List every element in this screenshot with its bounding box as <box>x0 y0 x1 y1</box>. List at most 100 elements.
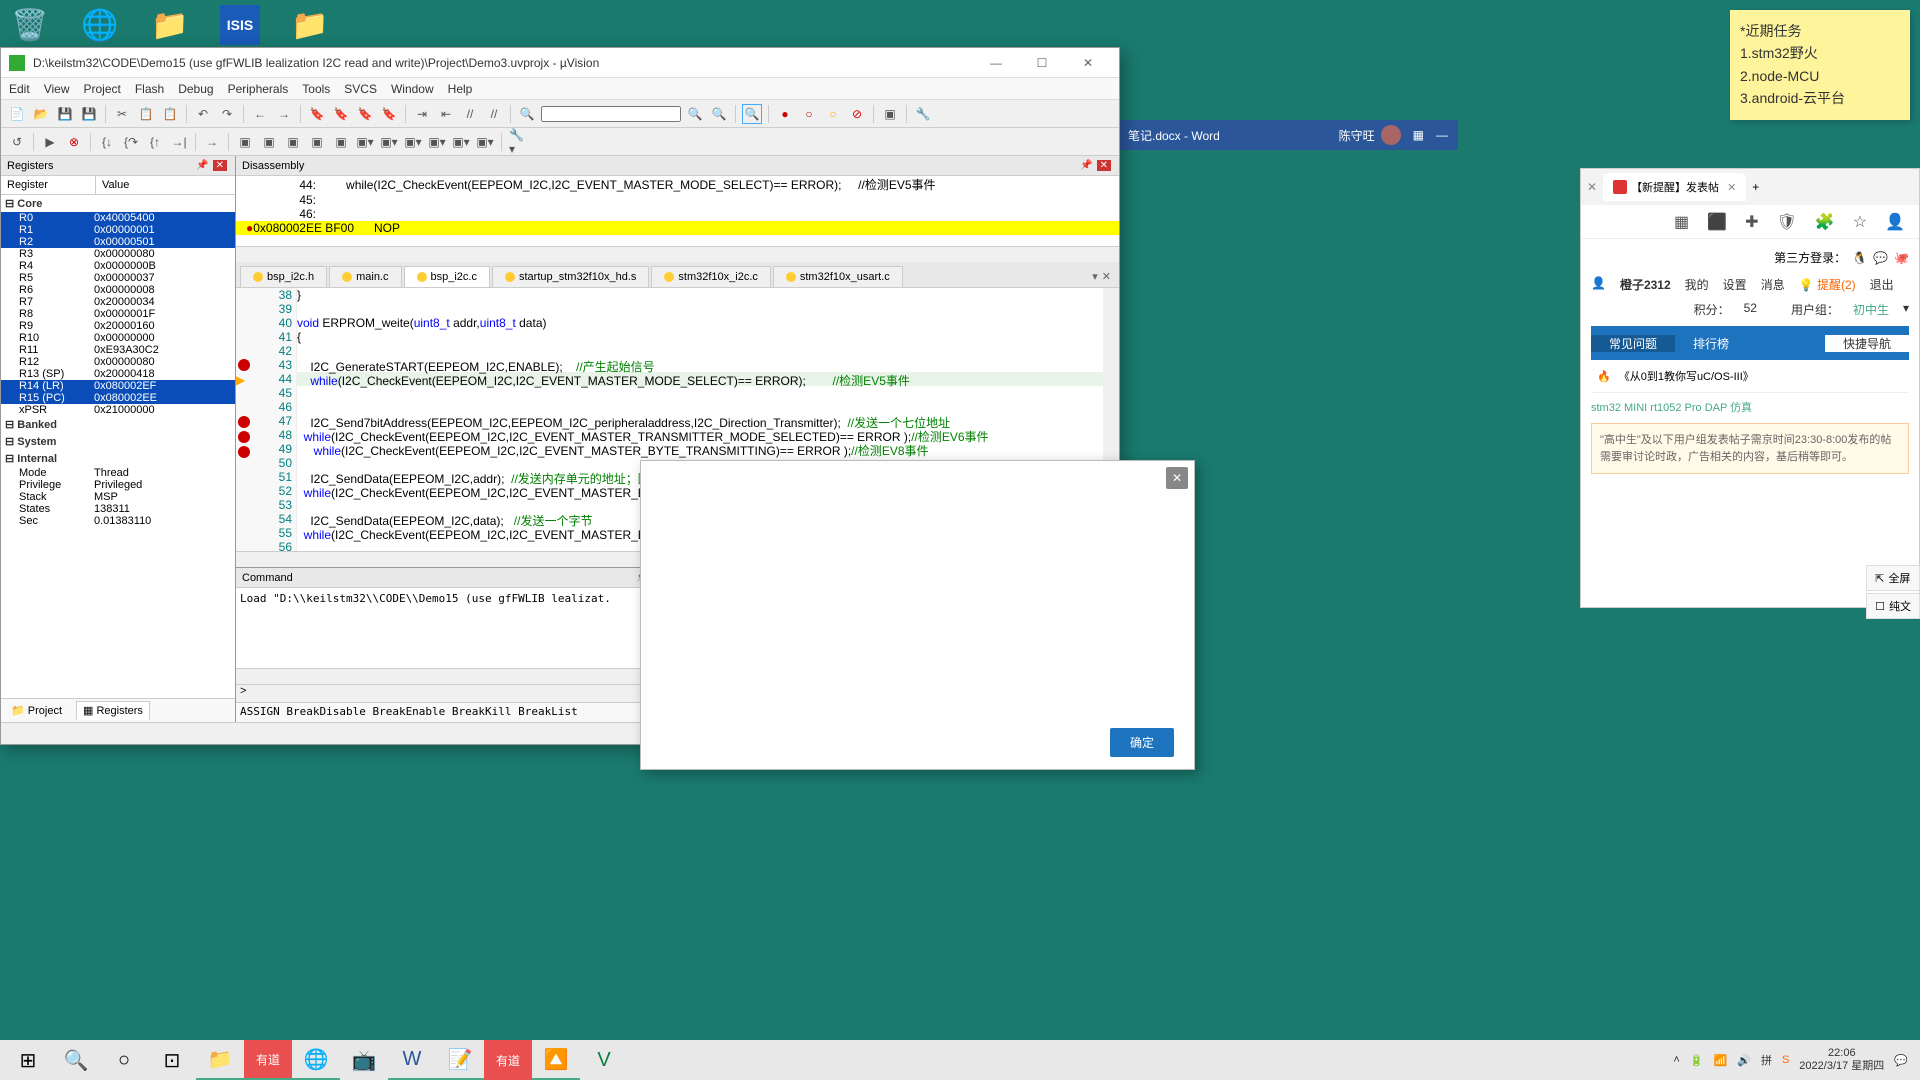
disassembly-window-icon[interactable]: ▣ <box>259 132 279 152</box>
configure-icon[interactable]: 🔧 <box>913 104 933 124</box>
disassembly-view[interactable]: 44: while(I2C_CheckEvent(EEPEOM_I2C,I2C_… <box>236 176 1119 246</box>
menu-edit[interactable]: Edit <box>9 82 30 96</box>
shield-icon[interactable]: 🛡 <box>1777 212 1797 232</box>
keil-task-icon[interactable]: 🔼 <box>532 1040 580 1080</box>
menu-project[interactable]: Project <box>83 82 120 96</box>
sticky-task-icon[interactable]: 📝 <box>436 1040 484 1080</box>
search-icon[interactable]: 🔍 <box>52 1040 100 1080</box>
qq-login-icon[interactable]: 🐧 <box>1852 251 1867 265</box>
close-tab-icon[interactable]: ✕ <box>1587 180 1597 194</box>
command-output[interactable]: Load "D:\\keilstm32\\CODE\\Demo15 (use g… <box>236 588 675 668</box>
maximize-button[interactable]: ☐ <box>1019 48 1065 78</box>
window-icon[interactable]: ▣ <box>880 104 900 124</box>
step-over-icon[interactable]: {↷ <box>121 132 141 152</box>
file-tab[interactable]: main.c <box>329 266 401 287</box>
save-all-icon[interactable]: 💾 <box>79 104 99 124</box>
step-out-icon[interactable]: {↑ <box>145 132 165 152</box>
file-tab[interactable]: stm32f10x_usart.c <box>773 266 903 287</box>
word-titlebar[interactable]: 笔记.docx - Word 陈守旺 ▦ — <box>1118 120 1458 150</box>
copy-icon[interactable]: 📋 <box>136 104 156 124</box>
redo-icon[interactable]: ↷ <box>217 104 237 124</box>
bookmark-clear-icon[interactable]: 🔖 <box>379 104 399 124</box>
callstack-window-icon[interactable]: ▣ <box>331 132 351 152</box>
profile-icon[interactable]: 👤 <box>1885 212 1905 232</box>
trace-window-icon[interactable]: ▣▾ <box>451 132 471 152</box>
titlebar[interactable]: D:\keilstm32\CODE\Demo15 (use gfFWLIB le… <box>1 48 1119 78</box>
symbol-window-icon[interactable]: ▣ <box>283 132 303 152</box>
notifications-icon[interactable]: 💬 <box>1894 1054 1908 1067</box>
menu-tools[interactable]: Tools <box>302 82 330 96</box>
menu-svcs[interactable]: SVCS <box>344 82 377 96</box>
nav-back-icon[interactable]: ← <box>250 104 270 124</box>
pin-icon[interactable]: 📌 <box>1080 160 1092 171</box>
word-ribbon-icon[interactable]: ▦ <box>1413 128 1424 142</box>
popup-ok-button[interactable]: 确定 <box>1110 728 1174 757</box>
file-tab[interactable]: bsp_i2c.h <box>240 266 327 287</box>
logout-link[interactable]: 退出 <box>1870 276 1894 293</box>
thread-tags[interactable]: stm32 MINI rt1052 Pro DAP 仿真 <box>1591 399 1909 415</box>
wifi-icon[interactable]: 📶 <box>1714 1054 1728 1067</box>
file-tab[interactable]: startup_stm32f10x_hd.s <box>492 266 649 287</box>
save-icon[interactable]: 💾 <box>55 104 75 124</box>
nav-fwd-icon[interactable]: → <box>274 104 294 124</box>
file-tab-active[interactable]: bsp_i2c.c <box>404 266 490 287</box>
close-panel-icon[interactable]: ✕ <box>213 160 227 171</box>
reminders-link[interactable]: 💡 提醒(2) <box>1799 276 1856 293</box>
uncomment-icon[interactable]: // <box>484 104 504 124</box>
register-list[interactable]: CoreR00x40005400R10x00000001R20x00000501… <box>1 195 235 698</box>
tray-chevron-icon[interactable]: ˄ <box>1673 1054 1679 1066</box>
reset-icon[interactable]: ↺ <box>7 132 27 152</box>
search-input[interactable] <box>541 106 681 122</box>
wechat-login-icon[interactable]: 💬 <box>1873 251 1888 265</box>
breakpoint-enable-icon[interactable]: ○ <box>799 104 819 124</box>
settings-link[interactable]: 设置 <box>1723 276 1747 293</box>
battery-icon[interactable]: 🔋 <box>1690 1054 1704 1067</box>
tray-app-icon[interactable]: S <box>1782 1054 1789 1066</box>
open-icon[interactable]: 📂 <box>31 104 51 124</box>
extension-icon[interactable]: ▦ <box>1674 212 1689 232</box>
menu-help[interactable]: Help <box>448 82 473 96</box>
taskview-icon[interactable]: ⊡ <box>148 1040 196 1080</box>
tab-close-icon[interactable]: ✕ <box>1102 270 1111 283</box>
sticky-note[interactable]: *近期任务 1.stm32野火 2.node-MCU 3.android-云平台 <box>1730 10 1910 120</box>
menu-window[interactable]: Window <box>391 82 434 96</box>
username[interactable]: 橙子2312 <box>1620 276 1671 293</box>
folder-icon[interactable]: 📁 <box>150 5 190 45</box>
app-icon[interactable]: V <box>580 1040 628 1080</box>
menu-debug[interactable]: Debug <box>178 82 213 96</box>
show-next-icon[interactable]: → <box>202 132 222 152</box>
find-icon[interactable]: 🔍 <box>517 104 537 124</box>
file-tab[interactable]: stm32f10x_i2c.c <box>651 266 770 287</box>
extensions-icon[interactable]: 🧩 <box>1815 212 1835 232</box>
menu-peripherals[interactable]: Peripherals <box>228 82 289 96</box>
watch-window-icon[interactable]: ▣▾ <box>355 132 375 152</box>
outdent-icon[interactable]: ⇤ <box>436 104 456 124</box>
tab-registers[interactable]: ▦ Registers <box>76 701 150 720</box>
volume-icon[interactable]: 🔊 <box>1737 1054 1751 1067</box>
step-icon[interactable]: {↓ <box>97 132 117 152</box>
app-icon[interactable]: 有道 <box>244 1040 292 1080</box>
dropdown-icon[interactable]: ▾ <box>1903 301 1909 318</box>
pin-icon[interactable]: 📌 <box>196 160 208 171</box>
thread-row[interactable]: 🔥 《从0到1教你写uC/OS-III》 <box>1591 360 1909 393</box>
close-button[interactable]: ✕ <box>1065 48 1111 78</box>
run-to-cursor-icon[interactable]: →| <box>169 132 189 152</box>
folder-icon[interactable]: 📁 <box>290 5 330 45</box>
serial-window-icon[interactable]: ▣▾ <box>403 132 423 152</box>
find-next-icon[interactable]: 🔍 <box>685 104 705 124</box>
tab-project[interactable]: 📁 Project <box>5 702 68 719</box>
edge-task-icon[interactable]: 🌐 <box>292 1040 340 1080</box>
h-scrollbar[interactable] <box>236 246 1119 262</box>
cortana-icon[interactable]: ○ <box>100 1040 148 1080</box>
h-scrollbar[interactable] <box>236 668 675 684</box>
group-value[interactable]: 初中生 <box>1853 301 1889 318</box>
registers-window-icon[interactable]: ▣ <box>307 132 327 152</box>
bookmark-prev-icon[interactable]: 🔖 <box>331 104 351 124</box>
cut-icon[interactable]: ✂ <box>112 104 132 124</box>
menu-view[interactable]: View <box>44 82 70 96</box>
minimize-button[interactable]: — <box>973 48 1019 78</box>
breakpoint-gutter[interactable]: ▶ <box>236 288 252 551</box>
stop-icon[interactable]: ⊗ <box>64 132 84 152</box>
favorites-icon[interactable]: ☆ <box>1853 212 1867 232</box>
memory-window-icon[interactable]: ▣▾ <box>379 132 399 152</box>
